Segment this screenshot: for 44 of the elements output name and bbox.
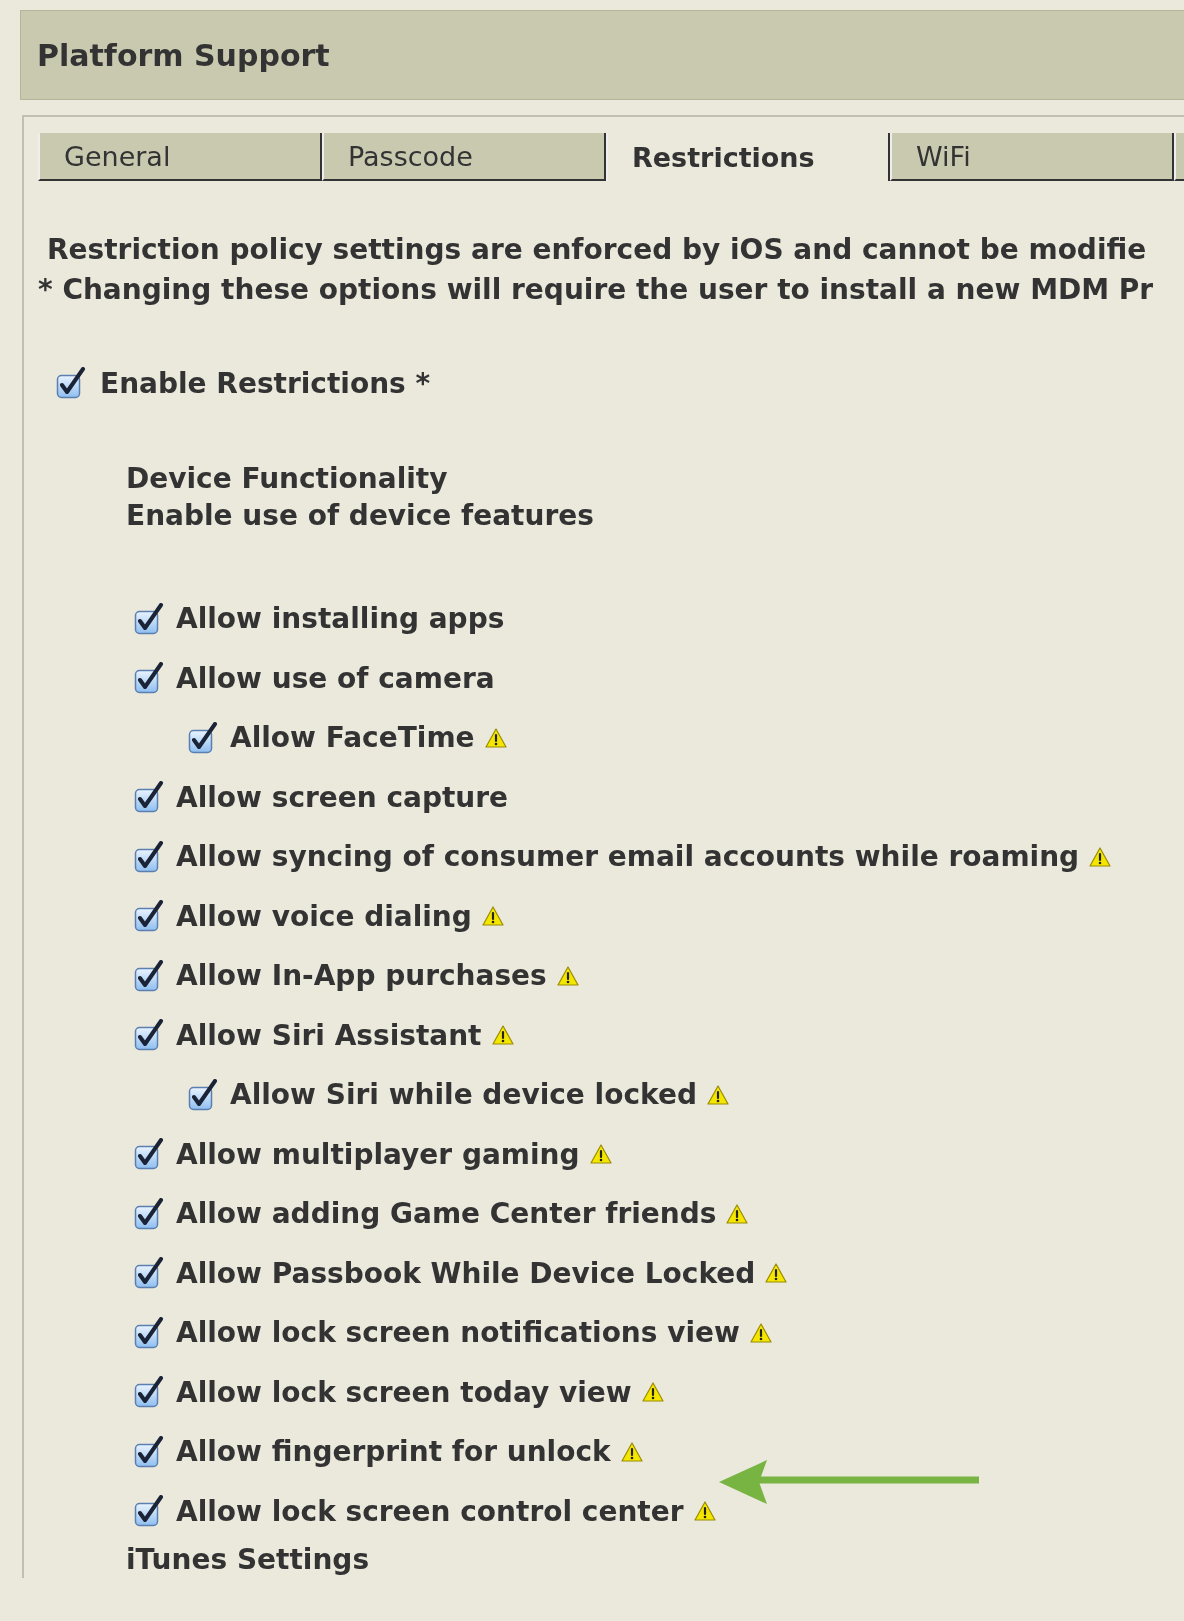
option-label: Allow Siri Assistant bbox=[176, 1018, 482, 1052]
checkbox[interactable] bbox=[134, 1435, 164, 1468]
option-label: Allow fingerprint for unlock bbox=[176, 1435, 611, 1469]
checkbox[interactable] bbox=[134, 1495, 164, 1528]
section-title: Device Functionality bbox=[126, 461, 448, 497]
option-label: Allow voice dialing bbox=[176, 899, 472, 933]
checkbox[interactable] bbox=[134, 1197, 164, 1230]
option-label: Allow adding Game Center friends bbox=[176, 1197, 717, 1231]
option-label: Enable Restrictions * bbox=[100, 366, 431, 400]
panel-title: Platform Support bbox=[36, 37, 330, 73]
checkbox[interactable] bbox=[134, 1316, 164, 1349]
option-label: Allow lock screen today view bbox=[176, 1375, 632, 1409]
info-text: Restriction policy settings are enforced by iOS and cannot be modifie bbox=[46, 232, 1147, 268]
checkbox[interactable] bbox=[134, 959, 164, 992]
section-subtitle: Enable use of device features bbox=[126, 498, 594, 534]
section-title: iTunes Settings bbox=[126, 1542, 370, 1578]
option-label: Allow Passbook While Device Locked bbox=[176, 1256, 756, 1290]
option-label: Allow syncing of consumer email accounts while roaming bbox=[176, 840, 1080, 874]
tab[interactable]: Passcode bbox=[322, 133, 606, 181]
option-label: Allow FaceTime bbox=[230, 721, 475, 755]
tab[interactable]: Restrictions bbox=[606, 133, 890, 181]
checkbox[interactable] bbox=[188, 1078, 218, 1111]
option-label: Allow installing apps bbox=[176, 602, 505, 636]
info-text: * Changing these options will require the user to install a new MDM Pr bbox=[38, 272, 1154, 308]
option-label: Allow lock screen notifications view bbox=[176, 1316, 740, 1350]
tab[interactable]: General bbox=[38, 133, 322, 181]
option-label: Allow In-App purchases bbox=[176, 959, 547, 993]
checkbox[interactable] bbox=[134, 662, 164, 695]
checkbox[interactable] bbox=[134, 840, 164, 873]
checkbox[interactable] bbox=[188, 721, 218, 754]
option-label: Allow multiplayer gaming bbox=[176, 1137, 580, 1171]
checkbox[interactable] bbox=[134, 781, 164, 814]
checkbox[interactable] bbox=[56, 367, 86, 399]
option-label: Allow use of camera bbox=[176, 661, 495, 695]
tab[interactable]: WiFi bbox=[890, 133, 1174, 181]
option-label: Allow Siri while device locked bbox=[230, 1078, 697, 1112]
checkbox[interactable] bbox=[134, 900, 164, 933]
option-label: Allow screen capture bbox=[176, 780, 509, 814]
checkbox[interactable] bbox=[134, 1138, 164, 1171]
checkbox[interactable] bbox=[134, 1376, 164, 1409]
checkbox[interactable] bbox=[134, 1257, 164, 1290]
checkbox[interactable] bbox=[134, 602, 164, 635]
option-label: Allow lock screen control center bbox=[176, 1494, 684, 1528]
checkbox[interactable] bbox=[134, 1019, 164, 1052]
